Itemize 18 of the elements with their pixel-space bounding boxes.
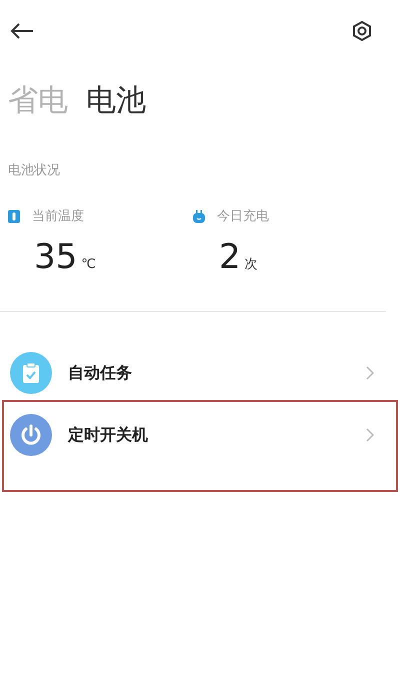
stat-value: 2 — [219, 237, 241, 277]
stat-value: 35 — [34, 237, 78, 277]
chevron-icon — [366, 366, 374, 380]
stat-label: 当前温度 — [32, 208, 84, 225]
power-icon — [10, 414, 52, 456]
clipboard-icon — [10, 352, 52, 394]
settings-button[interactable] — [352, 20, 372, 42]
thermometer-icon — [8, 210, 20, 222]
back-button[interactable] — [10, 23, 34, 39]
stat-unit: 次 — [244, 256, 258, 273]
section-title: 电池状况 — [7, 162, 61, 179]
stat-label: 今日充电 — [217, 208, 269, 225]
tab[interactable]: 电池 — [86, 80, 146, 121]
chevron-icon — [366, 428, 374, 442]
plug-icon — [193, 210, 205, 222]
stat-unit: ℃ — [81, 257, 96, 272]
highlighted-list-item[interactable]: 定时开关机 — [2, 400, 398, 492]
list-item[interactable]: 自动任务 — [2, 330, 398, 400]
